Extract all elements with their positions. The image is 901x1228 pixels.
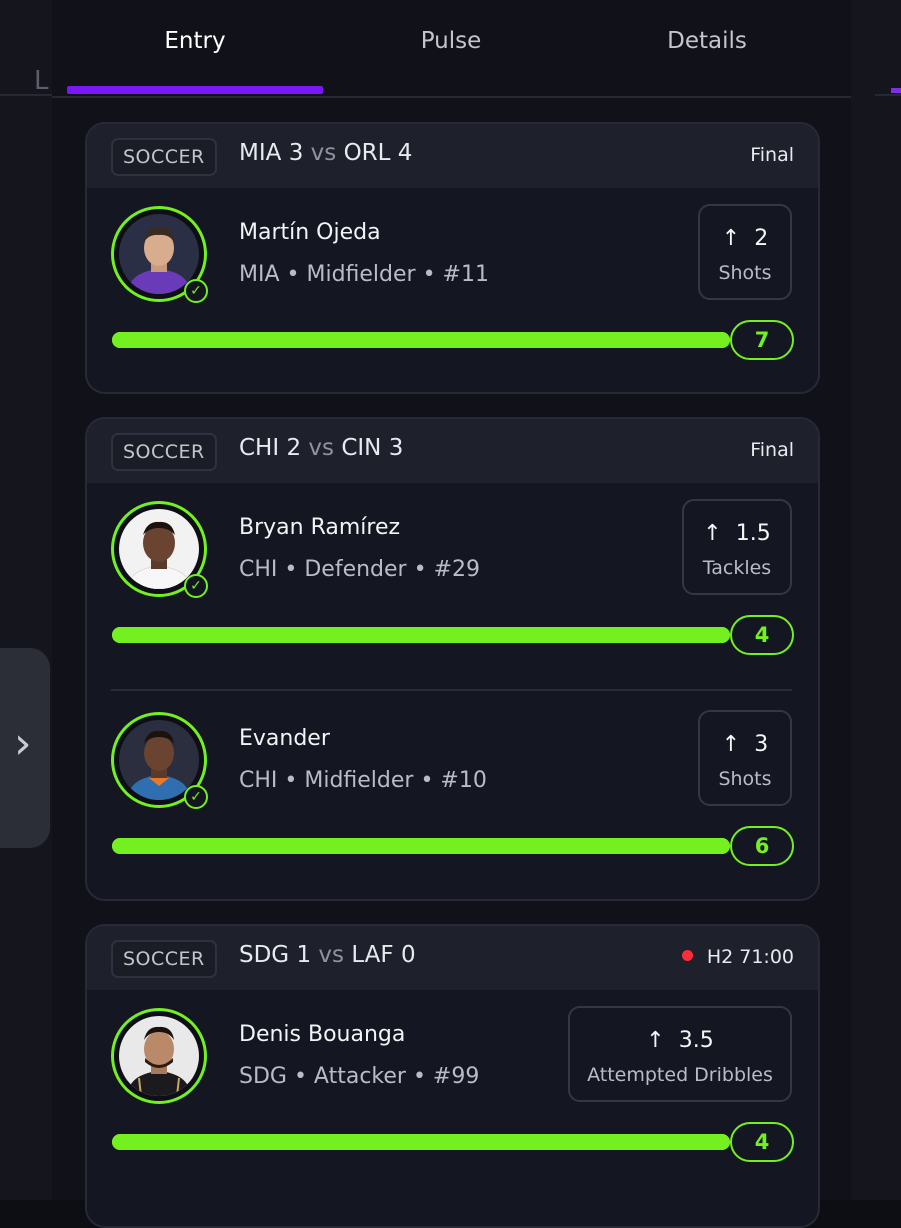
player-meta: MIA • Midfielder • #11 (239, 262, 489, 287)
player-pick-row[interactable]: Denis Bouanga SDG • Attacker • #99 ↑ 3.5 … (87, 990, 818, 1180)
projection-line: ↑ 2 (700, 226, 790, 251)
player-photo (119, 1016, 199, 1096)
player-avatar: ✓ (111, 501, 208, 598)
check-circle-icon: ✓ (184, 279, 208, 303)
arrow-up-icon: ↑ (703, 521, 722, 546)
match-score: CHI 2 vs CIN 3 (239, 435, 403, 461)
player-name: Denis Bouanga (239, 1022, 406, 1047)
match-header: SOCCER SDG 1 vs LAF 0 H2 71:00 (87, 926, 818, 990)
player-pick-row[interactable]: ✓ Martín Ojeda MIA • Midfielder • #11 ↑ 2… (87, 188, 818, 378)
player-pick-row[interactable]: ✓ Evander CHI • Midfielder • #10 ↑ 3 Shot… (87, 694, 818, 884)
row-divider (111, 689, 792, 691)
match-card: SOCCER MIA 3 vs ORL 4 Final ✓ Martín Oje… (85, 122, 820, 394)
projection-box: ↑ 3 Shots (698, 710, 792, 806)
match-header: SOCCER MIA 3 vs ORL 4 Final (87, 124, 818, 188)
active-tab-indicator (67, 86, 323, 94)
away-team: LAF (351, 942, 394, 968)
tab-details[interactable]: Details (579, 28, 835, 54)
sport-badge: SOCCER (111, 138, 217, 176)
player-avatar: ✓ (111, 712, 208, 809)
check-circle-icon: ✓ (184, 785, 208, 809)
player-avatar (111, 1008, 207, 1104)
match-status: Final (750, 144, 794, 166)
check-circle-icon: ✓ (184, 574, 208, 598)
projection-stat: Shots (718, 262, 772, 284)
player-avatar: ✓ (111, 206, 208, 303)
player-name: Bryan Ramírez (239, 515, 401, 540)
background-tab-indicator (891, 88, 901, 93)
player-meta: CHI • Defender • #29 (239, 557, 480, 582)
match-score: SDG 1 vs LAF 0 (239, 942, 416, 968)
away-score: 4 (397, 140, 413, 166)
projection-stat: Tackles (702, 557, 772, 579)
vs-label: vs (318, 942, 345, 968)
progress-bar (112, 332, 730, 348)
background-fragment: L (34, 66, 49, 96)
away-score: 0 (400, 942, 416, 968)
side-drawer-handle[interactable]: › (0, 648, 50, 848)
actual-result: 4 (730, 1122, 794, 1162)
progress-fill (112, 1134, 730, 1150)
projection-line: ↑ 3.5 (570, 1028, 790, 1053)
projection-value: 2 (754, 226, 769, 251)
arrow-up-icon: ↑ (721, 732, 741, 757)
away-team: ORL (343, 140, 391, 166)
player-meta: CHI • Midfielder • #10 (239, 768, 487, 793)
progress-bar (112, 1134, 730, 1150)
entry-sheet: Entry Pulse Details SOCCER MIA 3 vs ORL … (52, 0, 851, 1228)
progress-bar (112, 627, 730, 643)
progress-bar (112, 838, 730, 854)
match-card: SOCCER SDG 1 vs LAF 0 H2 71:00 Denis Bou… (85, 924, 820, 1228)
progress-fill (112, 838, 730, 854)
home-score: 3 (288, 140, 304, 166)
tab-entry[interactable]: Entry (67, 28, 323, 54)
background-sheet-right (851, 0, 901, 1200)
projection-value: 1.5 (735, 521, 771, 546)
projection-box: ↑ 1.5 Tackles (682, 499, 792, 595)
arrow-up-icon: ↑ (721, 226, 741, 251)
projection-line: ↑ 1.5 (684, 521, 790, 546)
background-divider (875, 94, 901, 96)
home-team: MIA (239, 140, 282, 166)
match-status: H2 71:00 (681, 946, 794, 968)
actual-result: 7 (730, 320, 794, 360)
progress-fill (112, 332, 730, 348)
tab-pulse[interactable]: Pulse (323, 28, 579, 54)
player-name: Martín Ojeda (239, 220, 381, 245)
chevron-right-icon: › (14, 718, 32, 769)
arrow-up-icon: ↑ (646, 1028, 665, 1053)
projection-value: 3 (754, 732, 769, 757)
home-score: 1 (296, 942, 312, 968)
projection-stat: Shots (718, 768, 772, 790)
actual-result: 4 (730, 615, 794, 655)
progress-fill (112, 627, 730, 643)
home-score: 2 (286, 435, 302, 461)
vs-label: vs (310, 140, 337, 166)
projection-box: ↑ 3.5 Attempted Dribbles (568, 1006, 792, 1102)
match-header: SOCCER CHI 2 vs CIN 3 Final (87, 419, 818, 483)
away-score: 3 (388, 435, 404, 461)
home-team: SDG (239, 942, 290, 968)
match-card: SOCCER CHI 2 vs CIN 3 Final ✓ Bryan Ramí… (85, 417, 820, 901)
match-score: MIA 3 vs ORL 4 (239, 140, 412, 166)
sport-badge: SOCCER (111, 940, 217, 978)
background-sheet-left (0, 0, 52, 1200)
player-meta: SDG • Attacker • #99 (239, 1064, 480, 1089)
match-status: Final (750, 439, 794, 461)
projection-value: 3.5 (678, 1028, 714, 1053)
player-pick-row[interactable]: ✓ Bryan Ramírez CHI • Defender • #29 ↑ 1.… (87, 483, 818, 673)
projection-stat: Attempted Dribbles (587, 1064, 773, 1086)
tab-bar: Entry Pulse Details (52, 0, 851, 98)
projection-line: ↑ 3 (700, 732, 790, 757)
match-clock: H2 71:00 (706, 946, 794, 968)
player-name: Evander (239, 726, 330, 751)
home-team: CHI (239, 435, 280, 461)
sport-badge: SOCCER (111, 433, 217, 471)
vs-label: vs (308, 435, 335, 461)
actual-result: 6 (730, 826, 794, 866)
away-team: CIN (341, 435, 382, 461)
projection-box: ↑ 2 Shots (698, 204, 792, 300)
live-indicator-icon (681, 950, 693, 961)
